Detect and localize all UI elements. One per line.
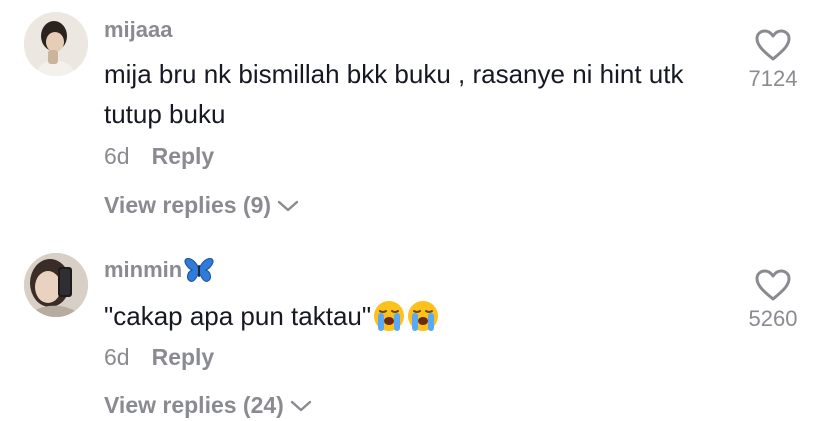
username-text: mijaaa [104,17,173,42]
view-replies-button[interactable]: View replies (24) [104,392,312,419]
chevron-down-icon [290,400,312,411]
username-text: minmin [104,257,183,282]
like-count: 7124 [748,66,798,91]
reply-button[interactable]: Reply [152,344,215,371]
comment-item: minmin "cakap apa pun taktau" 6d Reply V… [0,240,828,421]
avatar-photo [24,253,88,317]
comment-meta: 6d Reply [104,143,214,170]
username[interactable]: mijaaa [104,17,173,43]
heart-outline-icon [755,29,791,61]
comment-text: "cakap apa pun taktau" [104,296,734,336]
avatar[interactable] [24,253,88,317]
view-replies-label: View replies (24) [104,392,284,418]
view-replies-button[interactable]: View replies (9) [104,192,299,219]
loudly-crying-face-emoji [374,301,405,331]
heart-outline-icon [755,269,791,301]
like-button[interactable]: 7124 [738,28,808,92]
chevron-down-icon [277,200,299,211]
butterfly-emoji [184,258,214,282]
comment-text: mija bru nk bismillah bkk buku , rasanye… [104,59,684,129]
comment-item: mijaaa mija bru nk bismillah bkk buku , … [0,0,828,230]
like-button[interactable]: 5260 [738,268,808,332]
timestamp: 6d [104,344,130,370]
loudly-crying-face-emoji [408,301,439,331]
username[interactable]: minmin [104,257,214,283]
comment-meta: 6d Reply [104,344,214,371]
view-replies-label: View replies (9) [104,192,272,218]
avatar[interactable] [24,12,88,76]
timestamp: 6d [104,143,130,169]
comment-text-content: "cakap apa pun taktau" [104,301,372,331]
avatar-photo [24,12,88,76]
reply-button[interactable]: Reply [152,143,215,170]
like-count: 5260 [748,306,798,331]
